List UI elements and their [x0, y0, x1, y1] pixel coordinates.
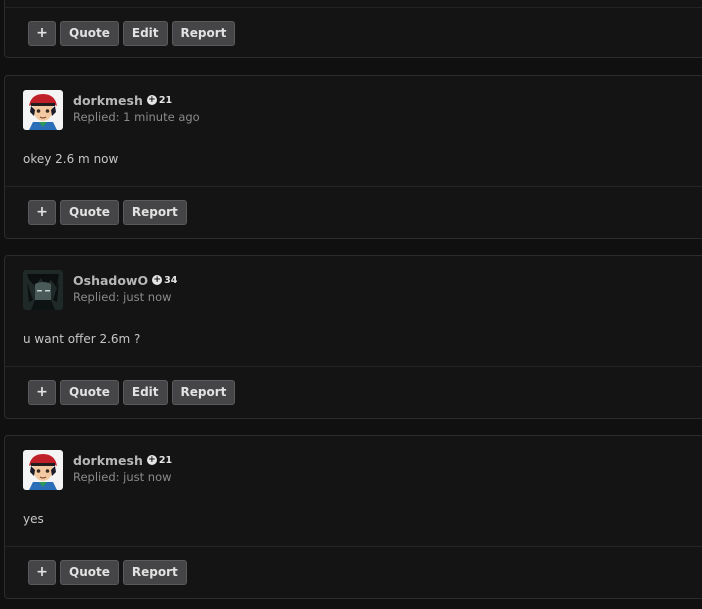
reputation-badge: + 21	[146, 454, 173, 466]
plus-circle-icon: +	[146, 455, 157, 465]
reputation-badge: + 34	[152, 275, 177, 286]
post-card: dorkmesh + 21 Replied: just now yes + Qu…	[4, 435, 702, 599]
post-actions: + Quote Edit Report	[28, 21, 236, 46]
plus-button[interactable]: +	[28, 200, 56, 225]
post-card: OshadowO + 34 Replied: just now u want o…	[4, 255, 702, 419]
post-divider	[5, 186, 702, 187]
reply-timestamp: Replied: 1 minute ago	[73, 110, 200, 124]
report-button[interactable]: Report	[171, 21, 236, 46]
plus-circle-icon: +	[152, 275, 163, 285]
post-content: yes	[23, 512, 44, 526]
report-button[interactable]: Report	[171, 380, 236, 405]
avatar[interactable]	[23, 450, 63, 490]
reputation-count: 21	[158, 454, 173, 466]
username-link[interactable]: dorkmesh	[73, 453, 143, 468]
report-button[interactable]: Report	[122, 560, 187, 585]
thread-page: + Quote Edit Report dorkmesh + 21 Replie…	[0, 0, 702, 609]
post-content: okey 2.6 m now	[23, 152, 119, 166]
quote-button[interactable]: Quote	[60, 200, 119, 225]
reputation-count: 34	[164, 274, 178, 286]
quote-button[interactable]: Quote	[60, 380, 119, 405]
username-link[interactable]: OshadowO	[73, 273, 148, 288]
post-actions: + Quote Edit Report	[28, 380, 236, 405]
post-actions: + Quote Report	[28, 560, 187, 585]
quote-button[interactable]: Quote	[60, 560, 119, 585]
username-link[interactable]: dorkmesh	[73, 93, 143, 108]
edit-button[interactable]: Edit	[122, 380, 168, 405]
post-card: dorkmesh + 21 Replied: 1 minute ago okey…	[4, 75, 702, 239]
post-meta: dorkmesh + 21 Replied: just now	[73, 451, 173, 485]
avatar[interactable]	[23, 90, 63, 130]
post-card: + Quote Edit Report	[4, 0, 702, 58]
avatar[interactable]	[23, 270, 63, 310]
post-content: u want offer 2.6m ?	[23, 332, 141, 346]
reply-timestamp: Replied: just now	[73, 290, 172, 304]
plus-button[interactable]: +	[28, 380, 56, 405]
post-meta: OshadowO + 34 Replied: just now	[73, 271, 177, 305]
post-actions: + Quote Report	[28, 200, 187, 225]
report-button[interactable]: Report	[122, 200, 187, 225]
post-divider	[5, 366, 702, 367]
plus-button[interactable]: +	[28, 560, 56, 585]
reputation-count: 21	[158, 94, 173, 106]
post-divider	[5, 546, 702, 547]
reputation-badge: + 21	[146, 94, 173, 106]
reply-timestamp: Replied: just now	[73, 470, 172, 484]
post-meta: dorkmesh + 21 Replied: 1 minute ago	[73, 91, 200, 125]
post-divider	[5, 7, 702, 8]
plus-button[interactable]: +	[28, 21, 56, 46]
plus-circle-icon: +	[146, 95, 157, 105]
quote-button[interactable]: Quote	[60, 21, 119, 46]
edit-button[interactable]: Edit	[122, 21, 168, 46]
